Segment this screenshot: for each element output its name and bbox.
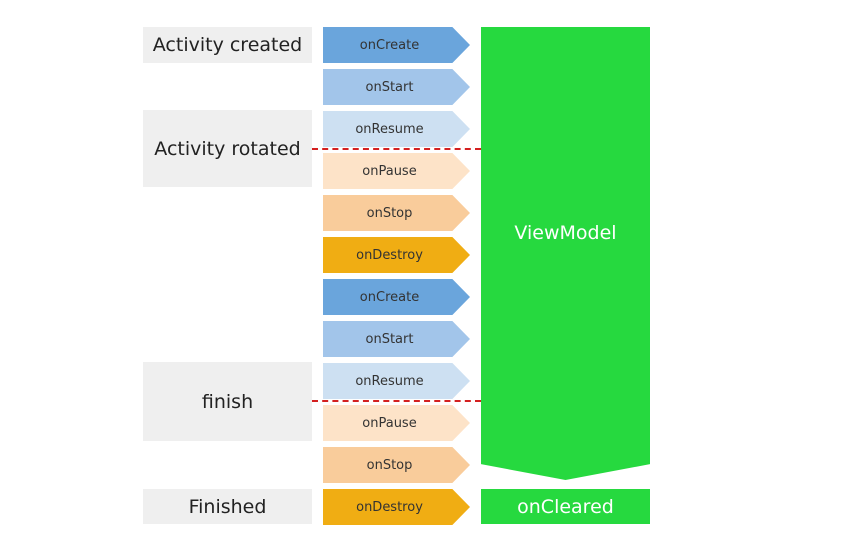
state-label: Finished (188, 495, 267, 518)
lifecycle-step-onstop: onStop (323, 195, 470, 231)
lifecycle-step-label: onStop (366, 457, 413, 473)
state-label: finish (201, 390, 254, 413)
lifecycle-step-label: onPause (362, 415, 417, 431)
lifecycle-step-onpause: onPause (323, 405, 470, 441)
lifecycle-step-label: onPause (362, 163, 417, 179)
lifecycle-step-onresume: onResume (323, 363, 470, 399)
viewmodel-bar (481, 27, 650, 480)
rotation-divider (312, 148, 481, 150)
lifecycle-step-label: onStart (365, 331, 414, 347)
finish-divider (312, 400, 481, 402)
state-activity-rotated: Activity rotated (143, 110, 312, 187)
state-label: Activity rotated (154, 137, 301, 160)
state-finish: finish (143, 362, 312, 441)
state-label: Activity created (152, 34, 303, 56)
lifecycle-step-onstop: onStop (323, 447, 470, 483)
on-cleared-label: onCleared (517, 495, 614, 518)
lifecycle-step-label: onStart (365, 79, 414, 95)
lifecycle-step-label: onCreate (359, 289, 420, 305)
lifecycle-step-label: onResume (355, 373, 424, 389)
lifecycle-step-onpause: onPause (323, 153, 470, 189)
lifecycle-step-onstart: onStart (323, 69, 470, 105)
state-activity-created: Activity created (143, 27, 312, 63)
lifecycle-step-label: onDestroy (356, 499, 423, 515)
lifecycle-step-label: onResume (355, 121, 424, 137)
lifecycle-step-label: onStop (366, 205, 413, 221)
lifecycle-step-onstart: onStart (323, 321, 470, 357)
lifecycle-step-label: onDestroy (356, 247, 423, 263)
lifecycle-step-oncreate: onCreate (323, 27, 470, 63)
viewmodel-label: ViewModel (514, 222, 617, 244)
state-finished: Finished (143, 489, 312, 524)
lifecycle-step-label: onCreate (359, 37, 420, 53)
lifecycle-step-ondestroy: onDestroy (323, 237, 470, 273)
lifecycle-step-onresume: onResume (323, 111, 470, 147)
lifecycle-step-oncreate: onCreate (323, 279, 470, 315)
lifecycle-step-ondestroy: onDestroy (323, 489, 470, 525)
on-cleared-box: onCleared (481, 489, 650, 524)
